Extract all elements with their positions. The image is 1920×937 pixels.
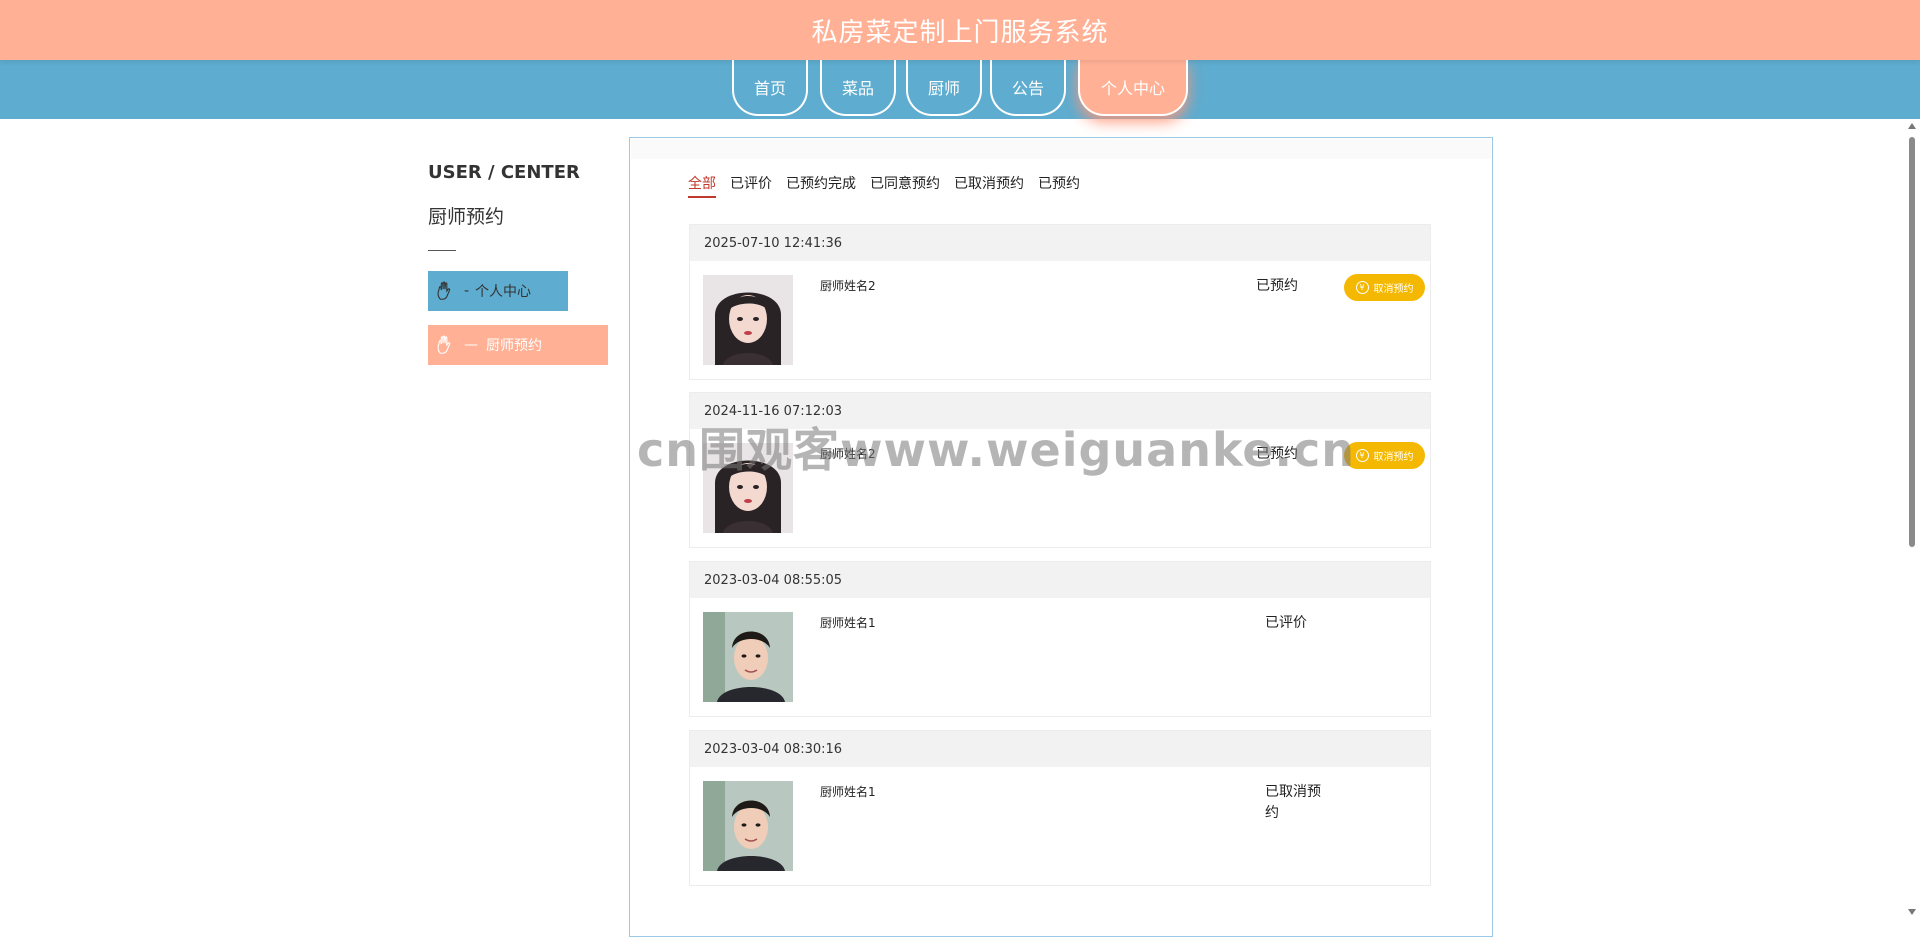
sidebar-item-label: 个人中心	[475, 284, 532, 300]
hand-icon	[437, 335, 451, 354]
sidebar-item-prefix: -	[464, 283, 470, 299]
order-time: 2025-07-10 12:41:36	[690, 225, 1430, 261]
sidebar-item-prefix: —	[464, 337, 478, 353]
order-status: 已预约	[1256, 446, 1298, 462]
nav-dishes[interactable]: 菜品	[820, 60, 896, 116]
tab-booking-completed[interactable]: 已预约完成	[786, 173, 856, 198]
page-scrollbar[interactable]	[1904, 119, 1920, 919]
nav-user-center[interactable]: 个人中心	[1078, 60, 1188, 116]
order-card: 2025-07-10 12:41:36 厨师姓名2 已预约 ¥ 取消预约	[689, 224, 1431, 380]
cancel-booking-label: 取消预约	[1373, 284, 1414, 295]
chef-avatar[interactable]	[703, 275, 793, 365]
panel-top-strip	[631, 139, 1491, 159]
site-title: 私房菜定制上门服务系统	[0, 0, 1920, 60]
chef-name: 厨师姓名2	[820, 447, 876, 461]
order-status: 已评价	[1265, 615, 1307, 631]
sidebar-item-label: 厨师预约	[486, 338, 542, 354]
main-nav: 首页 菜品 厨师 公告 个人中心	[0, 60, 1920, 119]
sidebar-item-user-center[interactable]: - 个人中心	[428, 271, 568, 311]
sidebar-title-en: USER / CENTER	[428, 162, 580, 183]
sidebar-title-cn: 厨师预约	[428, 206, 505, 228]
order-status: 已预约	[1256, 278, 1298, 294]
chef-name: 厨师姓名1	[820, 785, 876, 799]
status-tabs: 全部 已评价 已预约完成 已同意预约 已取消预约 已预约	[688, 173, 1094, 198]
tab-booking-cancelled[interactable]: 已取消预约	[954, 173, 1024, 198]
sidebar-item-chef-booking[interactable]: — 厨师预约	[428, 325, 608, 365]
scroll-up-arrow-icon[interactable]	[1908, 123, 1916, 129]
yen-icon: ¥	[1355, 281, 1369, 294]
tab-booking-approved[interactable]: 已同意预约	[870, 173, 940, 198]
chef-avatar[interactable]	[703, 781, 793, 871]
nav-chefs[interactable]: 厨师	[906, 60, 982, 116]
order-card: 2023-03-04 08:30:16 厨师姓名1 已取消预约	[689, 730, 1431, 886]
chef-name: 厨师姓名2	[820, 279, 876, 293]
cancel-booking-button[interactable]: ¥ 取消预约	[1344, 274, 1425, 301]
order-time: 2023-03-04 08:30:16	[690, 731, 1430, 767]
hand-icon	[437, 281, 451, 300]
yen-icon: ¥	[1355, 449, 1369, 462]
order-status: 已取消预约	[1265, 784, 1321, 821]
chef-name: 厨师姓名1	[820, 616, 876, 630]
order-card: 2023-03-04 08:55:05 厨师姓名1 已评价	[689, 561, 1431, 717]
tab-all[interactable]: 全部	[688, 173, 716, 198]
order-time: 2023-03-04 08:55:05	[690, 562, 1430, 598]
chef-avatar[interactable]	[703, 443, 793, 533]
scroll-down-arrow-icon[interactable]	[1908, 909, 1916, 915]
chef-avatar[interactable]	[703, 612, 793, 702]
scroll-thumb[interactable]	[1909, 137, 1915, 547]
tab-reviewed[interactable]: 已评价	[730, 173, 772, 198]
cancel-booking-label: 取消预约	[1373, 452, 1414, 463]
order-card: 2024-11-16 07:12:03 厨师姓名2 已预约 ¥ 取消预约	[689, 392, 1431, 548]
tab-booked[interactable]: 已预约	[1038, 173, 1080, 198]
sidebar-divider	[428, 250, 456, 251]
order-time: 2024-11-16 07:12:03	[690, 393, 1430, 429]
nav-home[interactable]: 首页	[732, 60, 808, 116]
cancel-booking-button[interactable]: ¥ 取消预约	[1344, 442, 1425, 469]
nav-notices[interactable]: 公告	[990, 60, 1066, 116]
